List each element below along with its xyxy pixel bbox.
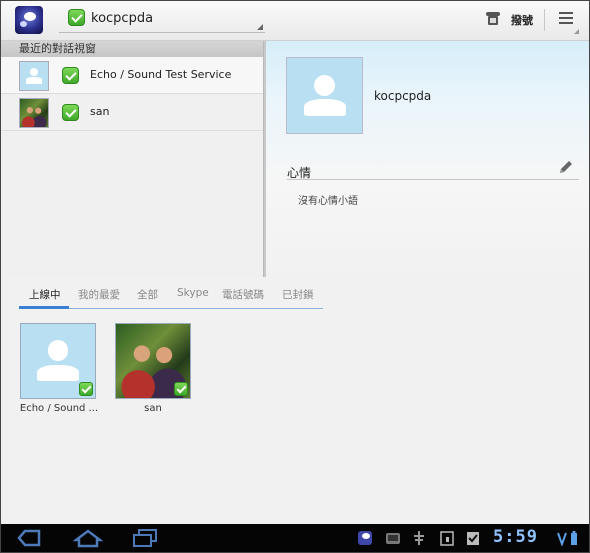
menu-corner-indicator xyxy=(574,29,579,34)
calendar-icon[interactable] xyxy=(439,530,455,546)
avatar xyxy=(19,98,49,128)
wifi-battery-icon[interactable] xyxy=(557,530,579,546)
profile-name: kocpcpda xyxy=(374,89,432,103)
tab-skype[interactable]: Skype xyxy=(177,287,209,299)
tab-favorites[interactable]: 我的最愛 xyxy=(78,287,120,302)
contact-name: Echo / Sound ... xyxy=(19,403,99,414)
task-icon[interactable] xyxy=(465,530,481,546)
action-bar: kocpcpda 撥號 xyxy=(1,1,589,41)
phone-icon[interactable] xyxy=(485,11,501,27)
online-status-icon xyxy=(62,67,79,84)
active-tab-indicator xyxy=(19,306,69,309)
usb-icon[interactable] xyxy=(411,530,427,546)
toolbar-divider xyxy=(544,9,545,31)
online-status-icon xyxy=(79,382,93,396)
recent-item-echo[interactable]: Echo / Sound Test Service xyxy=(1,57,263,94)
recent-apps-icon[interactable] xyxy=(131,528,159,548)
dropdown-arrow-icon xyxy=(257,24,263,30)
dial-button[interactable]: 撥號 xyxy=(511,12,533,28)
recent-item-san[interactable]: san xyxy=(1,94,263,131)
recent-item-name: san xyxy=(90,105,110,118)
tab-all[interactable]: 全部 xyxy=(137,287,158,302)
profile-pane: kocpcpda 心情 沒有心情小語 xyxy=(266,41,589,277)
edit-pencil-icon[interactable] xyxy=(558,159,574,175)
recent-item-name: Echo / Sound Test Service xyxy=(90,68,232,81)
recent-conversations-pane: 最近的對話視窗 Echo / Sound Test Service san xyxy=(1,41,263,277)
avatar xyxy=(20,323,96,399)
account-status-dropdown[interactable]: kocpcpda xyxy=(59,5,265,33)
profile-avatar[interactable] xyxy=(286,57,363,134)
online-status-icon xyxy=(62,104,79,121)
tab-online[interactable]: 上線中 xyxy=(29,287,61,302)
gamepad-icon[interactable] xyxy=(385,530,401,546)
mood-message[interactable]: 沒有心情小語 xyxy=(298,192,358,207)
online-status-icon xyxy=(68,9,85,26)
online-status-icon xyxy=(174,382,188,396)
contact-name: san xyxy=(144,403,162,414)
overflow-menu-icon[interactable] xyxy=(559,12,573,26)
contact-filter-tabs: 上線中 我的最愛 全部 Skype 電話號碼 已封鎖 xyxy=(19,285,323,309)
back-icon[interactable] xyxy=(15,528,43,548)
recent-conversations-header: 最近的對話視窗 xyxy=(1,41,263,57)
avatar xyxy=(19,61,49,91)
account-name: kocpcpda xyxy=(91,11,154,26)
skype-app-icon[interactable] xyxy=(15,6,43,34)
tab-blocked[interactable]: 已封鎖 xyxy=(282,287,314,302)
home-icon[interactable] xyxy=(73,528,103,548)
skype-notification-icon[interactable] xyxy=(357,530,373,546)
mood-divider xyxy=(287,179,579,180)
system-navigation-bar: 5:59 xyxy=(1,524,589,552)
clock[interactable]: 5:59 xyxy=(493,527,538,547)
tab-phone-numbers[interactable]: 電話號碼 xyxy=(222,287,264,302)
avatar xyxy=(115,323,191,399)
